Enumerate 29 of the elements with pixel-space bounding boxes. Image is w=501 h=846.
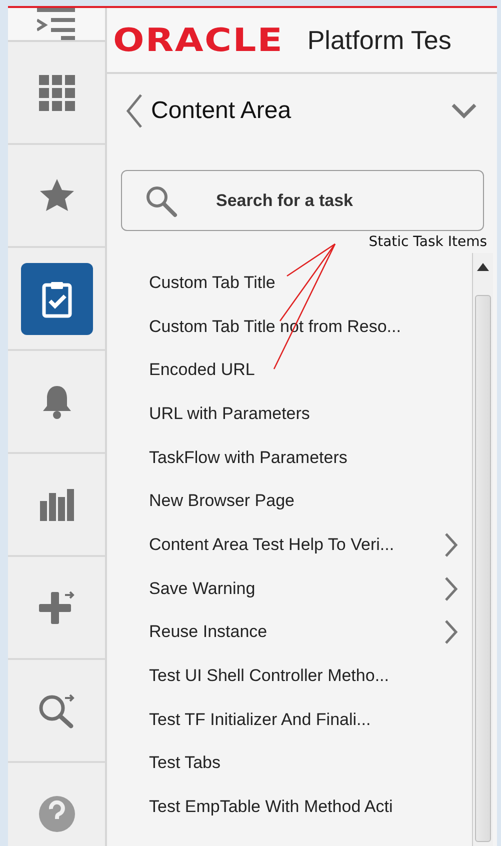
panel-title: Content Area	[151, 97, 292, 125]
scroll-up-icon[interactable]	[477, 263, 489, 271]
menu-icon[interactable]	[36, 8, 76, 40]
rail-button[interactable]	[20, 262, 92, 334]
task-item[interactable]: Reuse Instance	[107, 610, 472, 654]
help-icon	[36, 794, 76, 834]
task-item[interactable]: Test UI Shell Controller Metho...	[107, 654, 472, 698]
back-icon[interactable]	[125, 93, 143, 129]
task-item[interactable]: New Browser Page	[107, 479, 472, 524]
scrollbar[interactable]	[472, 253, 493, 846]
task-item[interactable]: Content Area Test Help To Veri...	[107, 523, 472, 567]
search-field[interactable]: Search for a task	[214, 190, 448, 212]
chevron-right-icon	[444, 619, 458, 646]
task-item[interactable]: TaskFlow with Parameters	[107, 436, 472, 480]
chevron-right-icon	[444, 576, 458, 602]
app-title: Platform Tes	[307, 24, 452, 56]
task-item[interactable]: Custom Tab Title	[107, 261, 472, 305]
chevron-right-icon	[444, 532, 458, 558]
grid-icon	[36, 72, 76, 112]
search-icon	[144, 184, 178, 218]
chevron-down-icon[interactable]	[451, 103, 477, 119]
task-item[interactable]: Test Tabs	[107, 742, 472, 786]
task-item[interactable]: Test EmpTable With Method Acti	[107, 785, 472, 829]
task-item[interactable]: URL with Parameters	[107, 392, 472, 436]
annotation-label: Static Task Items	[368, 233, 487, 252]
task-item[interactable]: Save Warning	[107, 566, 472, 610]
logo: ORACLE	[113, 21, 284, 59]
task-item[interactable]: Test TF Initializer And Finali...	[107, 698, 472, 742]
task-item[interactable]: Encoded URL	[107, 348, 472, 392]
